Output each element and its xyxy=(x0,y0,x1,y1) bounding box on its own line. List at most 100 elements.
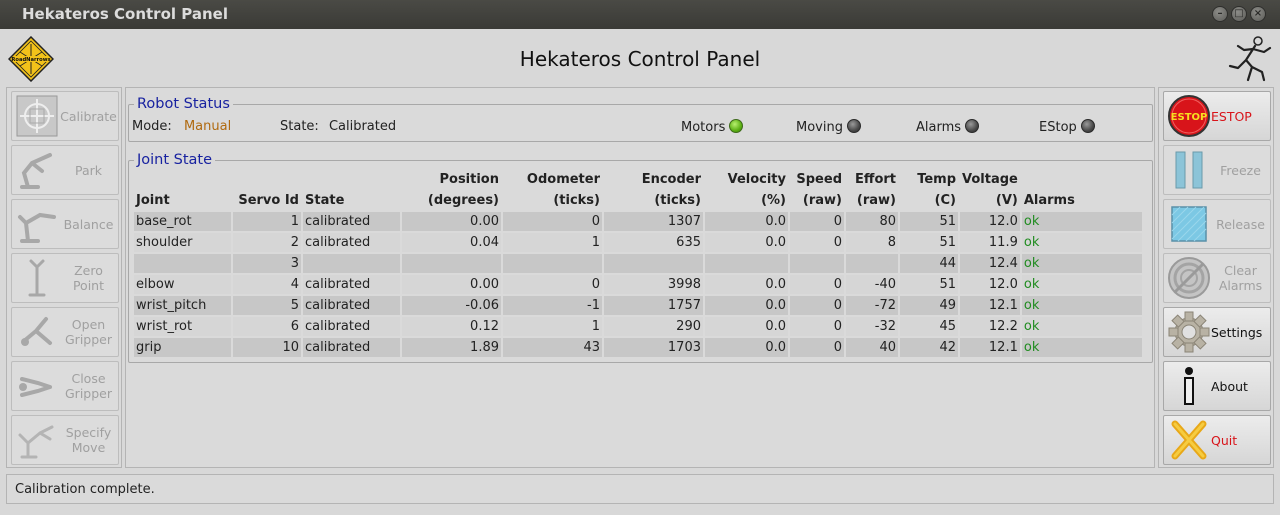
robot-status-group: Robot Status Mode: Manual State: Calibra… xyxy=(128,95,1153,142)
table-cell: ok xyxy=(1021,296,1142,315)
park-button[interactable]: Park xyxy=(11,145,119,195)
alarms-label: Alarms xyxy=(916,120,962,135)
clear-alarms-button[interactable]: Clear Alarms xyxy=(1163,253,1271,303)
alarms-led-icon xyxy=(965,119,980,133)
table-cell: 0 xyxy=(790,338,844,357)
status-message: Calibration complete. xyxy=(15,482,155,497)
table-cell: 12.1 xyxy=(960,296,1020,315)
table-cell: -1 xyxy=(503,296,602,315)
close-gripper-label: Close Gripper xyxy=(65,371,112,401)
app-header: RoadNarrows Hekateros Control Panel xyxy=(0,29,1280,87)
table-cell xyxy=(790,254,844,273)
table-cell: grip xyxy=(134,338,231,357)
col-header-speed-unit: (raw) xyxy=(802,193,842,208)
col-header-effort: Effort xyxy=(855,172,896,187)
minimize-button[interactable]: – xyxy=(1212,6,1228,22)
table-cell: 0.12 xyxy=(402,317,501,336)
col-header-odometer-unit: (ticks) xyxy=(553,193,600,208)
table-cell: calibrated xyxy=(303,233,400,252)
col-header-speed: Speed xyxy=(796,172,842,187)
moving-led-icon xyxy=(846,119,861,133)
table-cell: 8 xyxy=(846,233,898,252)
estop-button[interactable]: ESTOP ESTOP xyxy=(1163,91,1271,141)
window-controls: – □ × xyxy=(1212,6,1266,22)
calibrate-label: Calibrate xyxy=(60,108,117,124)
freeze-icon xyxy=(1167,148,1211,192)
zero-point-label: Zero Point xyxy=(72,263,105,293)
maximize-button[interactable]: □ xyxy=(1231,6,1247,22)
state-value: Calibrated xyxy=(328,119,397,134)
freeze-label: Freeze xyxy=(1220,162,1261,178)
col-header-voltage: Voltage xyxy=(962,172,1018,187)
table-cell: 3998 xyxy=(604,275,703,294)
table-cell: 0 xyxy=(790,275,844,294)
freeze-button[interactable]: Freeze xyxy=(1163,145,1271,195)
table-cell: elbow xyxy=(134,275,231,294)
table-cell: ok xyxy=(1021,254,1142,273)
zero-point-button[interactable]: Zero Point xyxy=(11,253,119,303)
close-gripper-icon xyxy=(15,364,59,408)
table-cell xyxy=(705,254,788,273)
table-row: elbow 4 calibrated 0.00 0 3998 0.0 0 -40 51 12.0 ok xyxy=(134,275,1142,294)
table-cell: wrist_pitch xyxy=(134,296,231,315)
table-cell: ok xyxy=(1021,338,1142,357)
col-header-state: State xyxy=(305,193,345,208)
table-cell: 0.0 xyxy=(705,275,788,294)
table-cell: calibrated xyxy=(303,212,400,231)
estop-label: EStop xyxy=(1039,120,1077,135)
release-button[interactable]: Release xyxy=(1163,199,1271,249)
table-cell: 42 xyxy=(900,338,958,357)
table-cell: 40 xyxy=(846,338,898,357)
col-header-servo-id: Servo Id xyxy=(238,193,299,208)
calibrate-button[interactable]: Calibrate xyxy=(11,91,119,141)
table-cell: 0 xyxy=(503,275,602,294)
table-cell: 0.0 xyxy=(705,317,788,336)
mode-value: Manual xyxy=(183,119,232,134)
table-cell: 12.0 xyxy=(960,212,1020,231)
about-button[interactable]: About xyxy=(1163,361,1271,411)
app-title: Hekateros Control Panel xyxy=(519,47,761,71)
settings-button[interactable]: Settings xyxy=(1163,307,1271,357)
table-row: shoulder 2 calibrated 0.04 1 635 0.0 0 8 51 11.9 ok xyxy=(134,233,1142,252)
window-titlebar: Hekateros Control Panel – □ × xyxy=(0,0,1280,29)
col-header-voltage-unit: (V) xyxy=(995,193,1018,208)
table-cell: calibrated xyxy=(303,296,400,315)
col-header-encoder-unit: (ticks) xyxy=(654,193,701,208)
table-cell: 51 xyxy=(900,233,958,252)
table-row: wrist_rot 6 calibrated 0.12 1 290 0.0 0 -32 45 12.… xyxy=(134,317,1142,336)
balance-button[interactable]: Balance xyxy=(11,199,119,249)
open-gripper-button[interactable]: Open Gripper xyxy=(11,307,119,357)
park-label: Park xyxy=(74,162,102,178)
close-button[interactable]: × xyxy=(1250,6,1266,22)
table-cell: 12.4 xyxy=(960,254,1020,273)
specify-move-button[interactable]: Specify Move xyxy=(11,415,119,465)
table-cell: 0.0 xyxy=(705,212,788,231)
park-icon xyxy=(15,148,59,192)
status-bar: Calibration complete. xyxy=(6,474,1274,504)
col-header-position: Position xyxy=(439,172,499,187)
close-gripper-button[interactable]: Close Gripper xyxy=(11,361,119,411)
running-man-icon xyxy=(1228,36,1272,82)
table-row: grip 10 calibrated 1.89 43 1703 0.0 0 40 42 12.1 ok xyxy=(134,338,1142,357)
table-cell: calibrated xyxy=(303,275,400,294)
table-cell: 1 xyxy=(503,233,602,252)
joint-table-body: base_rot 1 calibrated 0.00 0 1307 0.0 0 80 51 12.0… xyxy=(134,212,1142,357)
clear-alarms-label: Clear Alarms xyxy=(1218,263,1263,293)
table-cell: 4 xyxy=(233,275,301,294)
alarms-indicator: Alarms xyxy=(916,119,980,135)
joint-state-group: Joint State Position Odometer Encoder Ve… xyxy=(128,151,1153,363)
right-toolbar: ESTOP ESTOP Freeze Release Clear Alarms … xyxy=(1158,87,1274,468)
quit-button[interactable]: Quit xyxy=(1163,415,1271,465)
left-toolbar: Calibrate Park Balance Zero Point Open G… xyxy=(6,87,122,468)
release-label: Release xyxy=(1216,216,1265,232)
table-header-row: Position Odometer Encoder Velocity Speed… xyxy=(134,170,1142,189)
table-cell: 45 xyxy=(900,317,958,336)
table-cell: 10 xyxy=(233,338,301,357)
joint-state-title: Joint State xyxy=(134,151,216,169)
table-cell: 0 xyxy=(790,233,844,252)
table-cell: 0 xyxy=(790,296,844,315)
table-cell: 49 xyxy=(900,296,958,315)
about-label: About xyxy=(1211,378,1248,394)
table-cell xyxy=(402,254,501,273)
table-cell xyxy=(604,254,703,273)
